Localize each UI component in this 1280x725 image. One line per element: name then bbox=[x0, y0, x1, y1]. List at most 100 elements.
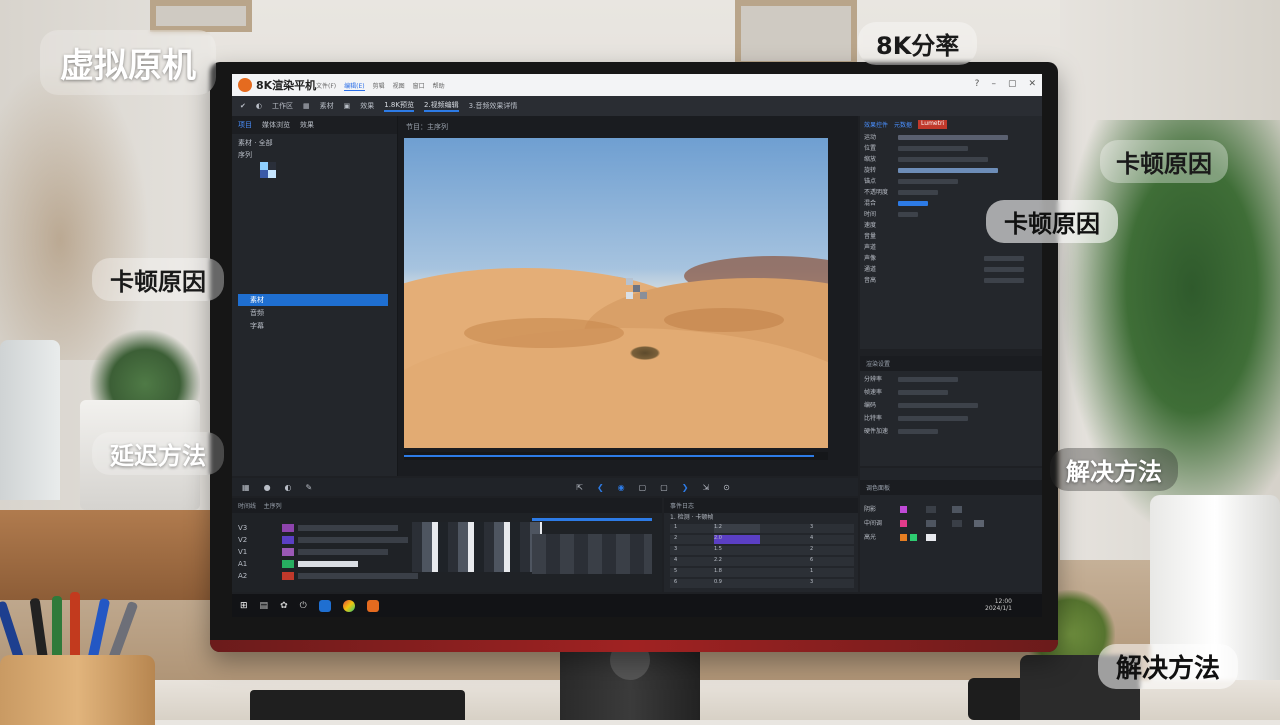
check-icon[interactable]: ✔ bbox=[240, 102, 246, 110]
close-button[interactable]: ✕ bbox=[1028, 79, 1036, 89]
toolbar-tab-edit[interactable]: 2.视频编辑 bbox=[423, 100, 459, 112]
taskbar-clock[interactable]: 12:00 2024/1/1 bbox=[985, 598, 1012, 612]
help-button[interactable]: ? bbox=[975, 79, 980, 89]
play-icon[interactable]: ◉ bbox=[618, 483, 625, 492]
tab-metadata[interactable]: 元数据 bbox=[894, 120, 912, 129]
color-swatch[interactable] bbox=[926, 520, 936, 527]
effect-row[interactable]: 通道 bbox=[864, 264, 1036, 275]
export-icon[interactable]: ⇲ bbox=[702, 483, 709, 492]
trim-icon[interactable]: ⇱ bbox=[576, 483, 583, 492]
browser-icon[interactable] bbox=[318, 599, 331, 612]
timeline-tab[interactable]: 时间线 bbox=[238, 503, 256, 510]
effect-row[interactable]: 音高 bbox=[864, 275, 1036, 286]
tab-lumetri[interactable]: Lumetri bbox=[918, 120, 948, 129]
maximize-button[interactable]: ▢ bbox=[1008, 79, 1017, 89]
start-icon[interactable]: ⊞ bbox=[240, 601, 248, 611]
pixel-artifact bbox=[626, 292, 633, 299]
menu-item[interactable]: 视图 bbox=[393, 81, 405, 91]
color-swatch[interactable] bbox=[926, 534, 936, 541]
clip[interactable] bbox=[282, 548, 294, 556]
clip[interactable] bbox=[282, 560, 294, 568]
effect-row[interactable]: 锚点 bbox=[864, 176, 1036, 187]
frame-icon[interactable]: ▢ bbox=[639, 483, 647, 492]
table-cell: 1.5 bbox=[714, 546, 722, 552]
color-swatch[interactable] bbox=[900, 534, 907, 541]
effect-row[interactable]: 不透明度 bbox=[864, 187, 1036, 198]
toolbar-item[interactable]: 效果 bbox=[360, 101, 374, 111]
project-item[interactable]: 字幕 bbox=[238, 320, 388, 332]
menu-item[interactable]: 编辑(E) bbox=[344, 81, 365, 91]
menu-item[interactable]: 文件(F) bbox=[316, 81, 336, 91]
step-forward-icon[interactable]: ❯ bbox=[682, 483, 689, 492]
table-row[interactable]: 4 2.2 6 bbox=[670, 557, 854, 566]
power-icon[interactable]: ⏻ bbox=[300, 601, 307, 611]
effect-row[interactable]: 运动 bbox=[864, 132, 1036, 143]
toolbar-tab-preview[interactable]: 1.8K预览 bbox=[384, 100, 414, 112]
record-icon[interactable]: ● bbox=[264, 483, 271, 492]
grid-icon[interactable]: ▦ bbox=[303, 102, 310, 110]
explorer-icon[interactable]: ▤ bbox=[260, 601, 269, 611]
toolbar-item[interactable]: 素材 bbox=[320, 101, 334, 111]
contrast-icon[interactable]: ◐ bbox=[256, 102, 262, 110]
app-taskbar-icon[interactable] bbox=[366, 599, 379, 612]
render-row[interactable]: 硬件加速 bbox=[864, 426, 1036, 437]
color-swatch[interactable] bbox=[952, 520, 962, 527]
toolbar-tab-audio[interactable]: 3.音频效果详情 bbox=[469, 101, 518, 111]
render-row[interactable]: 帧速率 bbox=[864, 387, 1036, 398]
table-cell: 2 bbox=[674, 535, 678, 541]
color-swatch[interactable] bbox=[900, 520, 907, 527]
effect-row[interactable]: 位置 bbox=[864, 143, 1036, 154]
project-item[interactable]: 音频 bbox=[238, 307, 388, 319]
settings-icon[interactable]: ◐ bbox=[285, 483, 292, 492]
timeline-sequence[interactable]: 主序列 bbox=[264, 503, 282, 510]
render-row[interactable]: 分辨率 bbox=[864, 374, 1036, 385]
tab-effects[interactable]: 效果 bbox=[300, 120, 314, 130]
table-row[interactable]: 1 1.2 3 bbox=[670, 524, 854, 533]
preview-scrubber[interactable] bbox=[404, 452, 828, 460]
pixelated-clip bbox=[412, 522, 542, 572]
color-row[interactable]: 中间调 bbox=[864, 518, 1036, 529]
color-swatch[interactable] bbox=[952, 506, 962, 513]
color-swatch[interactable] bbox=[926, 506, 936, 513]
table-row[interactable]: 6 0.9 3 bbox=[670, 579, 854, 588]
effect-row[interactable]: 缩放 bbox=[864, 154, 1036, 165]
overlay-label: 解决方法 bbox=[1050, 448, 1178, 491]
color-row[interactable]: 阴影 bbox=[864, 504, 1036, 515]
step-back-icon[interactable]: ❮ bbox=[597, 483, 604, 492]
render-row[interactable]: 编码 bbox=[864, 400, 1036, 411]
table-row[interactable]: 2 2.0 4 bbox=[670, 535, 854, 544]
color-swatch[interactable] bbox=[900, 506, 907, 513]
render-row-value bbox=[898, 416, 968, 421]
table-row[interactable]: 3 1.5 2 bbox=[670, 546, 854, 555]
clip[interactable] bbox=[282, 572, 294, 580]
menu-item[interactable]: 窗口 bbox=[413, 81, 425, 91]
table-row[interactable]: 5 1.8 1 bbox=[670, 568, 854, 577]
effect-row[interactable]: 旋转 bbox=[864, 165, 1036, 176]
frame-icon[interactable]: ▢ bbox=[660, 483, 668, 492]
tab-effect-controls[interactable]: 效果控件 bbox=[864, 120, 888, 129]
effect-row[interactable]: 声道 bbox=[864, 242, 1036, 253]
color-row[interactable]: 高光 bbox=[864, 532, 1036, 543]
chrome-icon[interactable] bbox=[342, 599, 355, 612]
settings-icon[interactable]: ✿ bbox=[280, 601, 288, 611]
effect-row-value bbox=[984, 278, 1024, 283]
menu-item[interactable]: 剪辑 bbox=[373, 81, 385, 91]
project-item[interactable]: 素材 bbox=[238, 294, 388, 306]
edit-icon[interactable]: ✎ bbox=[306, 483, 313, 492]
tab-media-browser[interactable]: 媒体浏览 bbox=[262, 120, 290, 130]
clip[interactable] bbox=[282, 524, 294, 532]
minimize-button[interactable]: – bbox=[991, 79, 996, 89]
render-row[interactable]: 比特率 bbox=[864, 413, 1036, 424]
camera-icon[interactable]: ⊙ bbox=[723, 483, 730, 492]
tab-project[interactable]: 项目 bbox=[238, 120, 252, 130]
color-swatch[interactable] bbox=[910, 534, 917, 541]
clip[interactable] bbox=[282, 536, 294, 544]
marker-icon[interactable]: ▦ bbox=[242, 483, 250, 492]
effect-row[interactable]: 声像 bbox=[864, 253, 1036, 264]
panel-icon[interactable]: ▣ bbox=[344, 102, 351, 110]
color-swatch[interactable] bbox=[974, 520, 984, 527]
clip-waveform bbox=[298, 537, 408, 543]
menu-item[interactable]: 帮助 bbox=[433, 81, 445, 91]
toolbar-item[interactable]: 工作区 bbox=[272, 101, 293, 111]
event-log-panel: 事件日志 1. 检测 · 卡顿帧 1 1.2 3 2 2.0 4 3 1.5 2… bbox=[664, 498, 858, 592]
